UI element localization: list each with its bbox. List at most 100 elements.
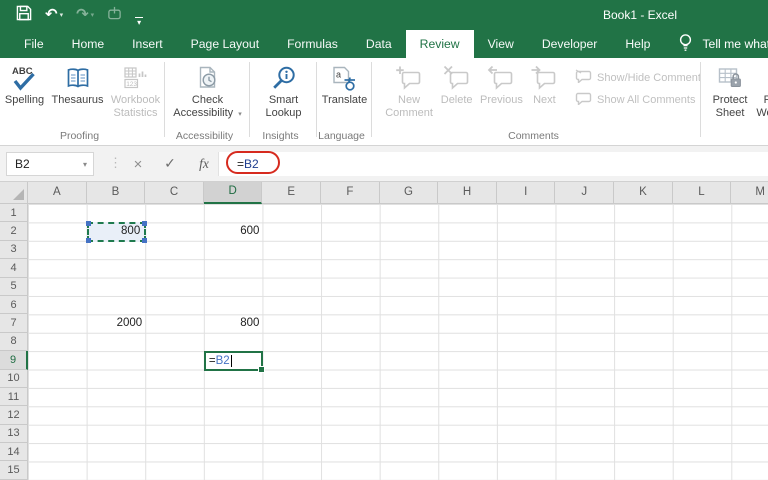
undo-button[interactable]: ↶ ▾ <box>45 6 63 24</box>
ribbon-group-protect: Protect SheetProtect Workbook <box>701 58 768 145</box>
reference-handle[interactable] <box>142 221 148 227</box>
formula-text-prefix: = <box>237 157 245 171</box>
row-header-15[interactable]: 15 <box>0 461 28 480</box>
smart-lookup-icon <box>271 63 297 94</box>
window-title: Book1 - Excel <box>602 8 678 22</box>
name-box-dropdown-icon[interactable]: ▾ <box>83 160 87 169</box>
tab-view[interactable]: View <box>474 30 528 58</box>
ribbon-tabs: File Home Insert Page Layout Formulas Data Rev… <box>10 30 664 58</box>
group-label-language: Language <box>318 130 365 142</box>
name-box-value: B2 <box>15 157 30 171</box>
row-header-5[interactable]: 5 <box>0 277 28 296</box>
row-header-11[interactable]: 11 <box>0 387 28 407</box>
row-header-10[interactable]: 10 <box>0 369 28 388</box>
thesaurus-button[interactable]: Thesaurus <box>49 61 107 107</box>
reference-handle[interactable] <box>85 221 91 227</box>
name-box[interactable]: B2 ▾ <box>6 152 94 176</box>
cell-D7[interactable]: 800 <box>204 314 264 333</box>
translate-icon: a <box>331 63 358 94</box>
row-header-4[interactable]: 4 <box>0 259 28 278</box>
ribbon-group-comments: New Comment Delete Previous Next Show/Hide C… <box>372 58 701 145</box>
reference-handle[interactable] <box>85 237 91 243</box>
select-all-corner[interactable] <box>0 182 28 204</box>
ribbon: ABC Spelling Thesaurus 123 Workbook Statisti… <box>0 58 768 146</box>
protect-sheet-button[interactable]: Protect Sheet <box>705 61 755 120</box>
delete-button: Delete <box>436 61 477 107</box>
column-header-B[interactable]: B <box>86 182 146 204</box>
row-header-12[interactable]: 12 <box>0 406 28 425</box>
formula-bar: B2 ▾ ⋮ × ✓ fx = B2 <box>0 146 768 182</box>
row-header-14[interactable]: 14 <box>0 443 28 462</box>
tab-insert[interactable]: Insert <box>118 30 176 58</box>
row-header-1[interactable]: 1 <box>0 204 28 223</box>
column-header-M[interactable]: M <box>731 182 768 204</box>
save-button[interactable] <box>16 5 32 26</box>
tab-formulas[interactable]: Formulas <box>273 30 352 58</box>
smart-lookup-button[interactable]: Smart Lookup <box>257 61 311 120</box>
column-header-L[interactable]: L <box>672 182 732 204</box>
column-header-C[interactable]: C <box>145 182 204 204</box>
row-header-7[interactable]: 7 <box>0 314 28 333</box>
workbook-statistics-button: 123 Workbook Statistics <box>107 61 165 120</box>
row-header-8[interactable]: 8 <box>0 332 28 352</box>
row-headers: 1 2 3 4 5 6 7 8 9 10 11 12 13 14 15 <box>0 204 28 480</box>
insert-function-button[interactable]: fx <box>192 152 216 176</box>
svg-text:a: a <box>336 70 341 80</box>
column-header-D[interactable]: D <box>203 182 263 204</box>
column-header-F[interactable]: F <box>321 182 380 204</box>
next-comment-icon <box>530 63 558 94</box>
customize-quick-access-toolbar-button[interactable]: ▾ <box>135 5 144 27</box>
cell-D2[interactable]: 600 <box>204 222 264 241</box>
show-hide-comment-button: Show/Hide Comment <box>575 69 701 86</box>
check-accessibility-icon <box>195 63 221 94</box>
touch-mode-button <box>107 5 122 26</box>
ribbon-group-accessibility: Check Accessibility ▾ Accessibility <box>165 58 250 145</box>
cell-B7[interactable]: 2000 <box>87 314 147 333</box>
formula-input[interactable]: = B2 <box>218 152 768 176</box>
tab-help[interactable]: Help <box>611 30 664 58</box>
ribbon-group-proofing: ABC Spelling Thesaurus 123 Workbook Statisti… <box>0 58 165 145</box>
row-header-13[interactable]: 13 <box>0 424 28 444</box>
tab-data[interactable]: Data <box>352 30 406 58</box>
tab-home[interactable]: Home <box>58 30 119 58</box>
ribbon-group-insights: Smart Lookup Insights <box>250 58 317 145</box>
row-header-6[interactable]: 6 <box>0 295 28 315</box>
tab-developer[interactable]: Developer <box>528 30 612 58</box>
protect-workbook-button[interactable]: Protect Workbook <box>755 61 768 120</box>
check-accessibility-button[interactable]: Check Accessibility ▾ <box>171 61 245 121</box>
ribbon-tab-bar: File Home Insert Page Layout Formulas Data Rev… <box>0 30 768 58</box>
spelling-button[interactable]: ABC Spelling <box>1 61 49 107</box>
formula-bar-separator: ⋮ <box>109 155 122 170</box>
tab-file[interactable]: File <box>10 30 58 58</box>
show-hide-comment-icon <box>575 69 592 86</box>
fill-handle[interactable] <box>258 365 266 373</box>
reference-handle[interactable] <box>142 237 148 243</box>
new-comment-icon <box>395 63 423 94</box>
lightbulb-icon <box>678 33 693 55</box>
row-header-9[interactable]: 9 <box>0 351 28 370</box>
tell-me-label: Tell me what you want to do <box>702 37 768 51</box>
quick-access-toolbar: ↶ ▾ ↷ ▾ ▾ <box>0 5 144 27</box>
previous-button: Previous <box>477 61 526 107</box>
column-header-H[interactable]: H <box>438 182 497 204</box>
tell-me-box[interactable]: Tell me what you want to do <box>678 30 768 58</box>
row-header-2[interactable]: 2 <box>0 222 28 241</box>
column-header-G[interactable]: G <box>379 182 439 204</box>
translate-button[interactable]: a Translate <box>319 61 371 107</box>
tab-page-layout[interactable]: Page Layout <box>177 30 273 58</box>
spreadsheet-grid: ABCDEFGHIJKLM 1 2 3 4 5 6 7 8 9 10 11 12 13 14 15 800 6… <box>0 182 768 480</box>
excel-window: ↶ ▾ ↷ ▾ ▾ Book1 - Excel File Home Insert Page L… <box>0 0 768 480</box>
cells-area[interactable]: 800 600 2000 800 = B2 <box>28 204 768 480</box>
column-header-J[interactable]: J <box>555 182 615 204</box>
cell-B2[interactable]: 800 <box>85 221 148 243</box>
group-label-comments: Comments <box>508 130 559 142</box>
cancel-button[interactable]: × <box>126 152 150 176</box>
tab-review[interactable]: Review <box>405 30 474 58</box>
column-header-K[interactable]: K <box>614 182 673 204</box>
row-header-3[interactable]: 3 <box>0 240 28 260</box>
enter-button[interactable]: ✓ <box>158 152 182 176</box>
column-header-E[interactable]: E <box>262 182 322 204</box>
column-header-A[interactable]: A <box>28 182 87 204</box>
column-header-I[interactable]: I <box>496 182 556 204</box>
cell-D9-editing[interactable]: = B2 <box>203 351 266 373</box>
